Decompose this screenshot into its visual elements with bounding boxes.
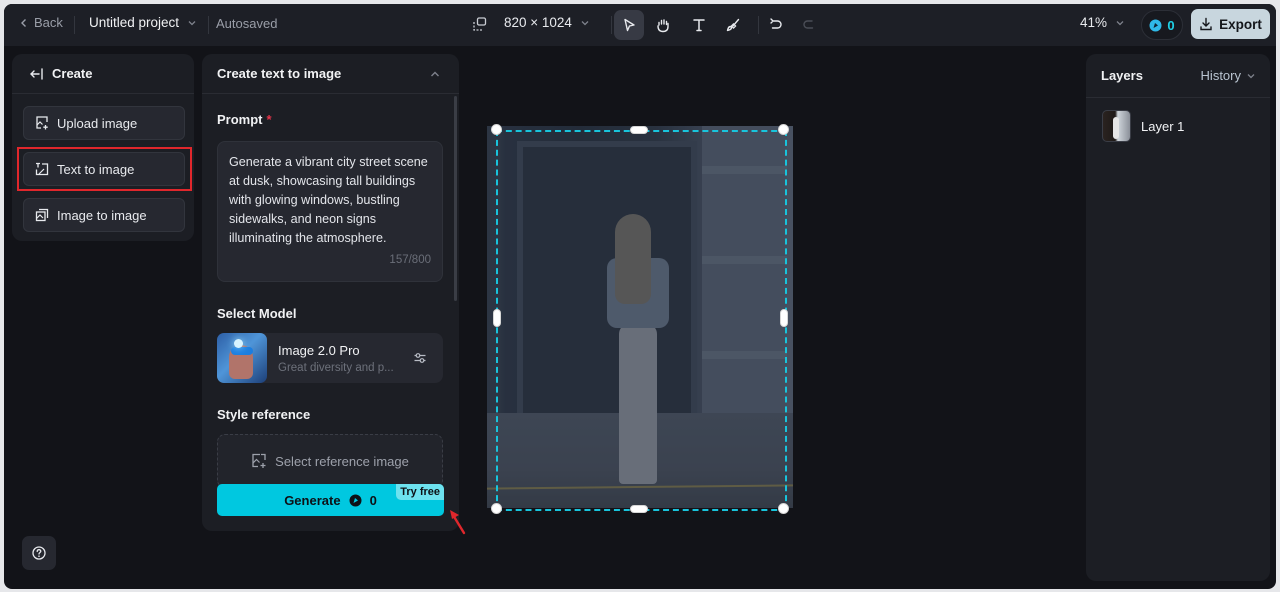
back-label: Back <box>34 15 63 30</box>
chevron-up-icon[interactable] <box>429 68 441 80</box>
panel-scrollbar[interactable] <box>454 96 457 301</box>
divider <box>74 16 75 34</box>
top-bar: Back Untitled project Autosaved 820 × 10… <box>4 4 1276 46</box>
create-panel-header[interactable]: Create <box>12 54 194 94</box>
hand-icon <box>657 19 669 33</box>
layer-item[interactable]: Layer 1 <box>1086 98 1270 142</box>
select-reference-image-label: Select reference image <box>275 453 409 469</box>
history-label: History <box>1200 68 1241 83</box>
app-window: Back Untitled project Autosaved 820 × 10… <box>4 4 1276 589</box>
text-to-image-panel-title: Create text to image <box>217 66 342 81</box>
help-question-icon <box>32 546 46 560</box>
brush-icon <box>726 18 740 32</box>
collapse-left-icon <box>30 67 43 80</box>
layers-panel: Layers History Layer 1 <box>1086 54 1270 581</box>
required-mark: * <box>266 112 272 127</box>
resize-handle-top[interactable] <box>630 126 648 134</box>
pointer-arrow-annotation <box>450 510 466 535</box>
brush-tool-button[interactable] <box>718 10 748 40</box>
image-to-image-label: Image to image <box>57 207 147 223</box>
export-button[interactable]: Export <box>1191 9 1270 39</box>
layer-name: Layer 1 <box>1141 118 1185 134</box>
zoom-level: 41% <box>1080 15 1108 30</box>
prompt-text: Generate a vibrant city street scene at … <box>229 155 428 245</box>
divider <box>208 16 209 34</box>
highlight-annotation-box <box>17 147 192 191</box>
redo-button[interactable] <box>794 10 824 40</box>
resize-handle-top-right[interactable] <box>778 124 789 135</box>
select-reference-image-dropzone[interactable]: Select reference image <box>217 434 443 488</box>
add-image-icon <box>252 453 266 468</box>
image-to-image-button[interactable]: Image to image <box>23 198 185 232</box>
text-to-image-panel-header[interactable]: Create text to image <box>202 54 459 94</box>
style-reference-label: Style reference <box>217 407 311 422</box>
undo-icon <box>770 18 782 29</box>
upload-image-label: Upload image <box>57 115 138 131</box>
layer-thumbnail <box>1102 110 1131 142</box>
chevron-down-icon <box>188 20 196 25</box>
chevron-down-icon <box>1116 20 1124 25</box>
zoom-dropdown[interactable]: 41% <box>1080 15 1125 30</box>
help-button[interactable] <box>22 536 56 570</box>
chevron-down-icon <box>1247 73 1255 78</box>
resize-handle-top-left[interactable] <box>491 124 502 135</box>
history-dropdown[interactable]: History <box>1201 68 1256 83</box>
chevron-down-icon <box>581 20 589 25</box>
try-free-badge: Try free <box>396 484 444 500</box>
model-thumbnail <box>217 333 267 383</box>
layers-title[interactable]: Layers <box>1101 68 1143 83</box>
redo-icon <box>803 20 814 29</box>
resize-handle-right[interactable] <box>780 309 788 327</box>
credits-count: 0 <box>1167 17 1175 33</box>
generate-label: Generate <box>284 492 341 508</box>
model-selector[interactable]: Image 2.0 Pro Great diversity and p... <box>217 333 443 383</box>
save-status: Autosaved <box>216 16 278 31</box>
create-panel-title: Create <box>52 66 93 81</box>
divider <box>758 16 759 34</box>
prompt-label-text: Prompt <box>217 112 263 127</box>
resize-canvas-icon[interactable] <box>472 16 488 32</box>
back-button[interactable]: Back <box>18 15 63 30</box>
prompt-char-count: 157/800 <box>389 254 431 266</box>
hand-tool-button[interactable] <box>648 10 678 40</box>
chevron-left-icon <box>21 18 26 27</box>
cursor-arrow-icon <box>624 18 635 32</box>
download-icon <box>1200 17 1212 31</box>
resize-handle-bottom-left[interactable] <box>491 503 502 514</box>
divider <box>611 16 612 34</box>
settings-sliders-icon[interactable] <box>413 351 427 365</box>
canvas-size-dropdown[interactable]: 820 × 1024 <box>504 15 590 30</box>
prompt-label: Prompt * <box>217 112 272 127</box>
resize-handle-bottom-right[interactable] <box>778 503 789 514</box>
undo-button[interactable] <box>761 10 791 40</box>
select-tool-button[interactable] <box>614 10 644 40</box>
model-description: Great diversity and p... <box>278 361 394 374</box>
generate-cost: 0 <box>369 492 377 508</box>
project-name: Untitled project <box>89 15 180 30</box>
model-name: Image 2.0 Pro <box>278 342 360 358</box>
selection-box[interactable] <box>496 130 787 511</box>
select-model-label: Select Model <box>217 306 297 321</box>
project-name-dropdown[interactable]: Untitled project <box>89 15 197 30</box>
canvas-size: 820 × 1024 <box>504 15 572 30</box>
credits-badge[interactable]: 0 <box>1141 10 1183 40</box>
credit-coin-icon <box>1149 19 1162 31</box>
upload-image-icon <box>36 116 48 130</box>
image-to-image-icon <box>35 208 49 222</box>
text-tool-button[interactable] <box>684 10 714 40</box>
upload-image-button[interactable]: Upload image <box>23 106 185 140</box>
text-T-icon <box>693 19 705 32</box>
prompt-textarea[interactable]: Generate a vibrant city street scene at … <box>217 141 443 282</box>
export-label: Export <box>1219 16 1262 32</box>
text-to-image-panel: Create text to image Prompt * Generate a … <box>202 54 459 531</box>
resize-handle-left[interactable] <box>493 309 501 327</box>
credit-coin-icon <box>349 494 362 506</box>
generate-button[interactable]: Generate 0 Try free <box>217 484 444 516</box>
resize-handle-bottom[interactable] <box>630 505 648 513</box>
